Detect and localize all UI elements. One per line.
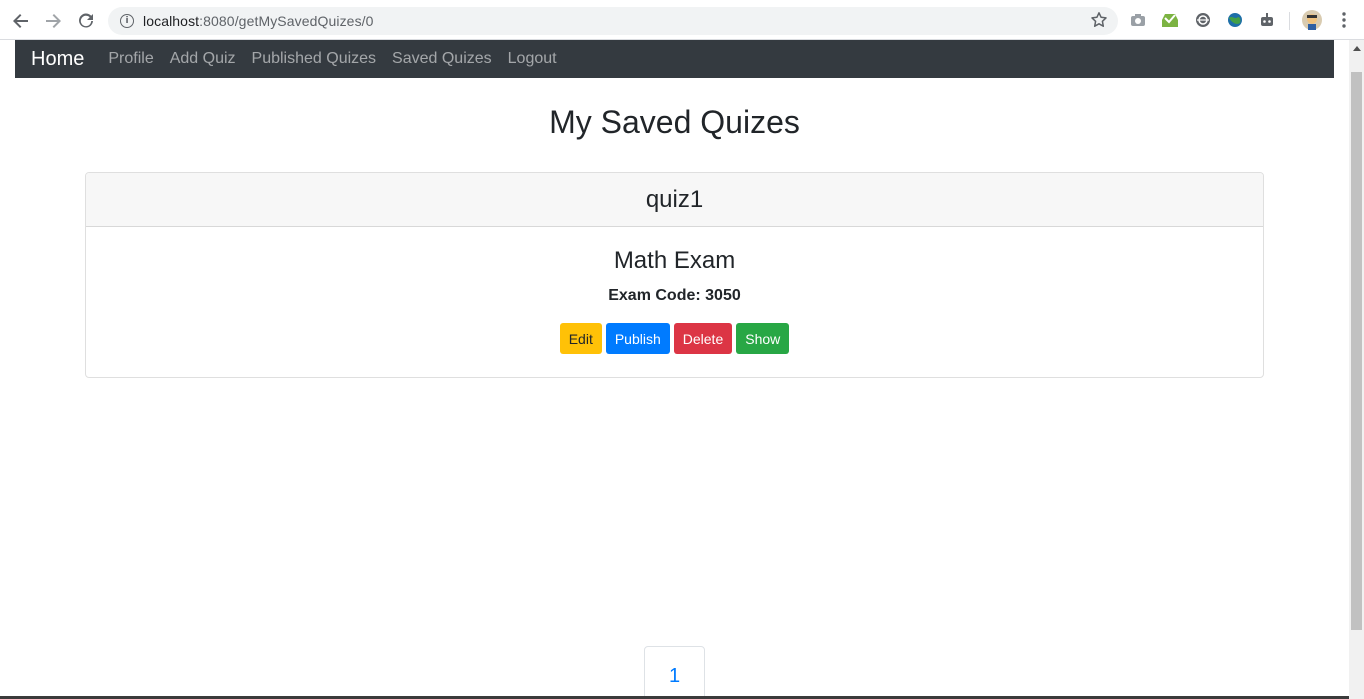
- address-bar[interactable]: i localhost:8080/getMySavedQuizes/0: [108, 7, 1118, 35]
- nav-brand-home[interactable]: Home: [31, 48, 84, 71]
- scroll-up-icon[interactable]: [1349, 40, 1364, 56]
- nav-link-add-quiz[interactable]: Add Quiz: [170, 50, 236, 68]
- show-button[interactable]: Show: [736, 323, 790, 354]
- star-icon[interactable]: [1090, 11, 1108, 34]
- nav-link-profile[interactable]: Profile: [108, 50, 153, 68]
- extension-icon[interactable]: [1194, 11, 1212, 29]
- delete-button[interactable]: Delete: [673, 323, 733, 354]
- nav-link-saved-quizes[interactable]: Saved Quizes: [392, 50, 492, 68]
- menu-icon[interactable]: [1335, 11, 1353, 29]
- browser-toolbar: i localhost:8080/getMySavedQuizes/0: [0, 0, 1364, 40]
- url-text: localhost:8080/getMySavedQuizes/0: [143, 13, 374, 29]
- quiz-card-header: quiz1: [86, 173, 1263, 227]
- toolbar-separator: [1289, 12, 1290, 30]
- navbar: Home Profile Add Quiz Published Quizes S…: [15, 40, 1334, 78]
- page-viewport: Home Profile Add Quiz Published Quizes S…: [0, 40, 1349, 699]
- scroll-thumb[interactable]: [1351, 72, 1362, 630]
- nav-link-published-quizes[interactable]: Published Quizes: [252, 50, 377, 68]
- forward-icon[interactable]: [42, 10, 64, 32]
- avatar[interactable]: [1302, 10, 1322, 30]
- scrollbar[interactable]: [1349, 40, 1364, 699]
- edit-button[interactable]: Edit: [559, 323, 602, 354]
- back-icon[interactable]: [10, 10, 32, 32]
- extension-icon[interactable]: [1226, 11, 1244, 29]
- quiz-actions: Edit Publish Delete Show: [86, 323, 1263, 354]
- reload-icon[interactable]: [75, 10, 97, 32]
- quiz-title: Math Exam: [613, 247, 736, 274]
- quiz-card: quiz1 Math Exam Exam Code: 3050 Edit Pub…: [85, 172, 1264, 378]
- exam-code: Exam Code: 3050: [608, 287, 741, 304]
- extension-icon[interactable]: [1161, 11, 1179, 29]
- pagination-page-1[interactable]: 1: [644, 646, 705, 699]
- extension-icon[interactable]: [1258, 11, 1276, 29]
- info-icon[interactable]: i: [120, 14, 134, 28]
- publish-button[interactable]: Publish: [605, 323, 670, 354]
- camera-icon[interactable]: [1129, 11, 1147, 29]
- page-title: My Saved Quizes: [549, 104, 800, 140]
- nav-link-logout[interactable]: Logout: [508, 50, 557, 68]
